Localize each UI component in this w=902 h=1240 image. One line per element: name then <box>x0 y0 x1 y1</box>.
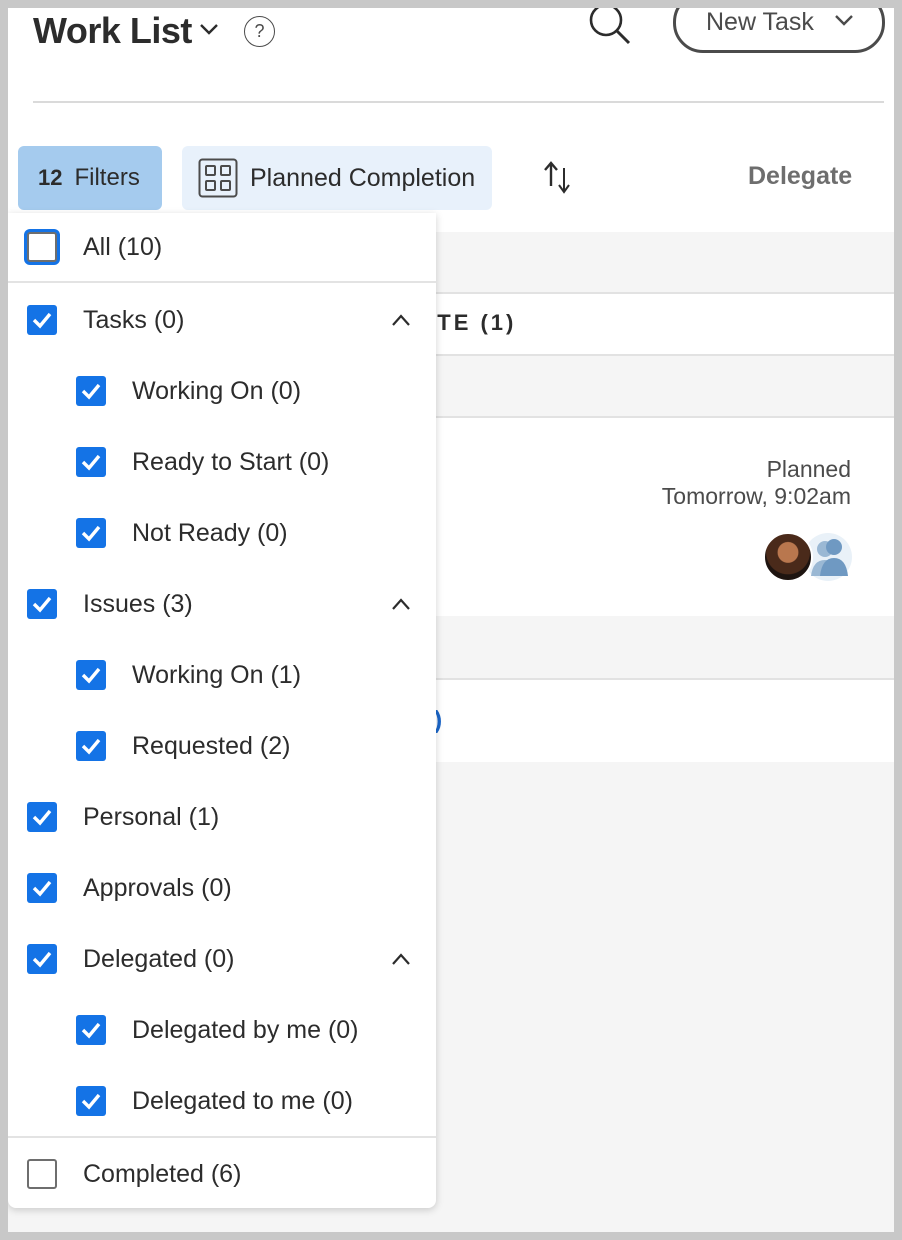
filter-label: Delegated by me (0) <box>132 1015 359 1044</box>
checkbox-issues-working-on[interactable] <box>76 660 106 690</box>
new-task-label: New Task <box>706 8 814 36</box>
avatar <box>763 532 813 582</box>
filter-issues-working-on[interactable]: Working On (1) <box>8 645 436 705</box>
help-icon[interactable]: ? <box>244 16 275 47</box>
checkbox-issues-requested[interactable] <box>76 731 106 761</box>
filter-label: Tasks (0) <box>83 305 185 334</box>
checkbox-tasks[interactable] <box>27 305 57 335</box>
checkbox-tasks-not-ready[interactable] <box>76 518 106 548</box>
filters-dropdown: All (10) Tasks (0) Working On (0) Ready … <box>8 213 436 1208</box>
filters-label: Filters <box>74 164 140 191</box>
filter-completed[interactable]: Completed (6) <box>8 1144 436 1204</box>
chevron-up-icon[interactable] <box>390 951 412 967</box>
checkmark-icon <box>81 525 101 542</box>
filter-approvals[interactable]: Approvals (0) <box>8 858 436 918</box>
filter-tasks-not-ready[interactable]: Not Ready (0) <box>8 503 436 563</box>
planned-time: Tomorrow, 9:02am <box>661 483 851 509</box>
delegate-button[interactable]: Delegate <box>748 162 852 191</box>
chevron-up-icon[interactable] <box>390 596 412 612</box>
planned-completion-label: Planned Completion <box>250 163 476 192</box>
checkmark-icon <box>32 312 52 329</box>
search-icon[interactable] <box>586 6 634 46</box>
filters-count: 12 <box>38 165 63 190</box>
filter-issues-requested[interactable]: Requested (2) <box>8 716 436 776</box>
sort-icon[interactable] <box>542 160 574 196</box>
filter-tasks-working-on[interactable]: Working On (0) <box>8 361 436 421</box>
filter-label: Not Ready (0) <box>132 518 288 547</box>
filter-issues[interactable]: Issues (3) <box>8 574 436 634</box>
filter-label: Delegated (0) <box>83 944 235 973</box>
filter-tasks[interactable]: Tasks (0) <box>8 290 436 350</box>
checkbox-personal[interactable] <box>27 802 57 832</box>
chevron-down-icon[interactable] <box>198 20 220 38</box>
filter-label: Personal (1) <box>83 802 220 831</box>
filter-delegated-to-me[interactable]: Delegated to me (0) <box>8 1071 436 1131</box>
checkmark-icon <box>81 738 101 755</box>
page-title[interactable]: Work List <box>33 10 192 52</box>
checkbox-delegated[interactable] <box>27 944 57 974</box>
grid-icon <box>198 158 238 198</box>
filter-tasks-ready-to-start[interactable]: Ready to Start (0) <box>8 432 436 492</box>
filters-button[interactable]: 12 Filters <box>18 146 162 210</box>
checkbox-delegated-to-me[interactable] <box>76 1086 106 1116</box>
checkbox-tasks-ready-to-start[interactable] <box>76 447 106 477</box>
help-glyph: ? <box>254 21 265 41</box>
planned-date: Planned Tomorrow, 9:02am <box>662 456 851 510</box>
filter-label: Delegated to me (0) <box>132 1086 353 1115</box>
panel-divider <box>8 1136 436 1138</box>
checkbox-completed[interactable] <box>27 1159 57 1189</box>
filter-personal[interactable]: Personal (1) <box>8 787 436 847</box>
checkmark-icon <box>32 880 52 897</box>
planned-completion-button[interactable]: Planned Completion <box>182 146 492 210</box>
new-task-button[interactable]: New Task <box>673 0 885 53</box>
checkmark-icon <box>81 667 101 684</box>
checkmark-icon <box>32 809 52 826</box>
checkbox-all[interactable] <box>27 232 57 262</box>
filter-label: All (10) <box>83 232 163 261</box>
checkmark-icon <box>32 596 52 613</box>
chevron-up-icon[interactable] <box>390 312 412 328</box>
checkbox-approvals[interactable] <box>27 873 57 903</box>
filter-label: Requested (2) <box>132 731 291 760</box>
filter-label: Working On (1) <box>132 660 302 689</box>
chevron-down-icon <box>835 15 853 26</box>
checkmark-icon <box>81 454 101 471</box>
filter-delegated[interactable]: Delegated (0) <box>8 929 436 989</box>
checkbox-issues[interactable] <box>27 589 57 619</box>
checkmark-icon <box>81 383 101 400</box>
checkbox-tasks-working-on[interactable] <box>76 376 106 406</box>
checkmark-icon <box>81 1093 101 1110</box>
header-divider <box>33 101 884 103</box>
filter-label: Completed (6) <box>83 1159 242 1188</box>
planned-label: Planned <box>766 456 851 482</box>
filter-label: Approvals (0) <box>83 873 232 902</box>
checkmark-icon <box>32 951 52 968</box>
checkmark-icon <box>81 1022 101 1039</box>
filter-delegated-by-me[interactable]: Delegated by me (0) <box>8 1000 436 1060</box>
filter-label: Issues (3) <box>83 589 193 618</box>
filter-label: Working On (0) <box>132 376 302 405</box>
filter-all[interactable]: All (10) <box>8 217 436 277</box>
filter-label: Ready to Start (0) <box>132 447 330 476</box>
checkbox-delegated-by-me[interactable] <box>76 1015 106 1045</box>
panel-divider <box>8 281 436 283</box>
